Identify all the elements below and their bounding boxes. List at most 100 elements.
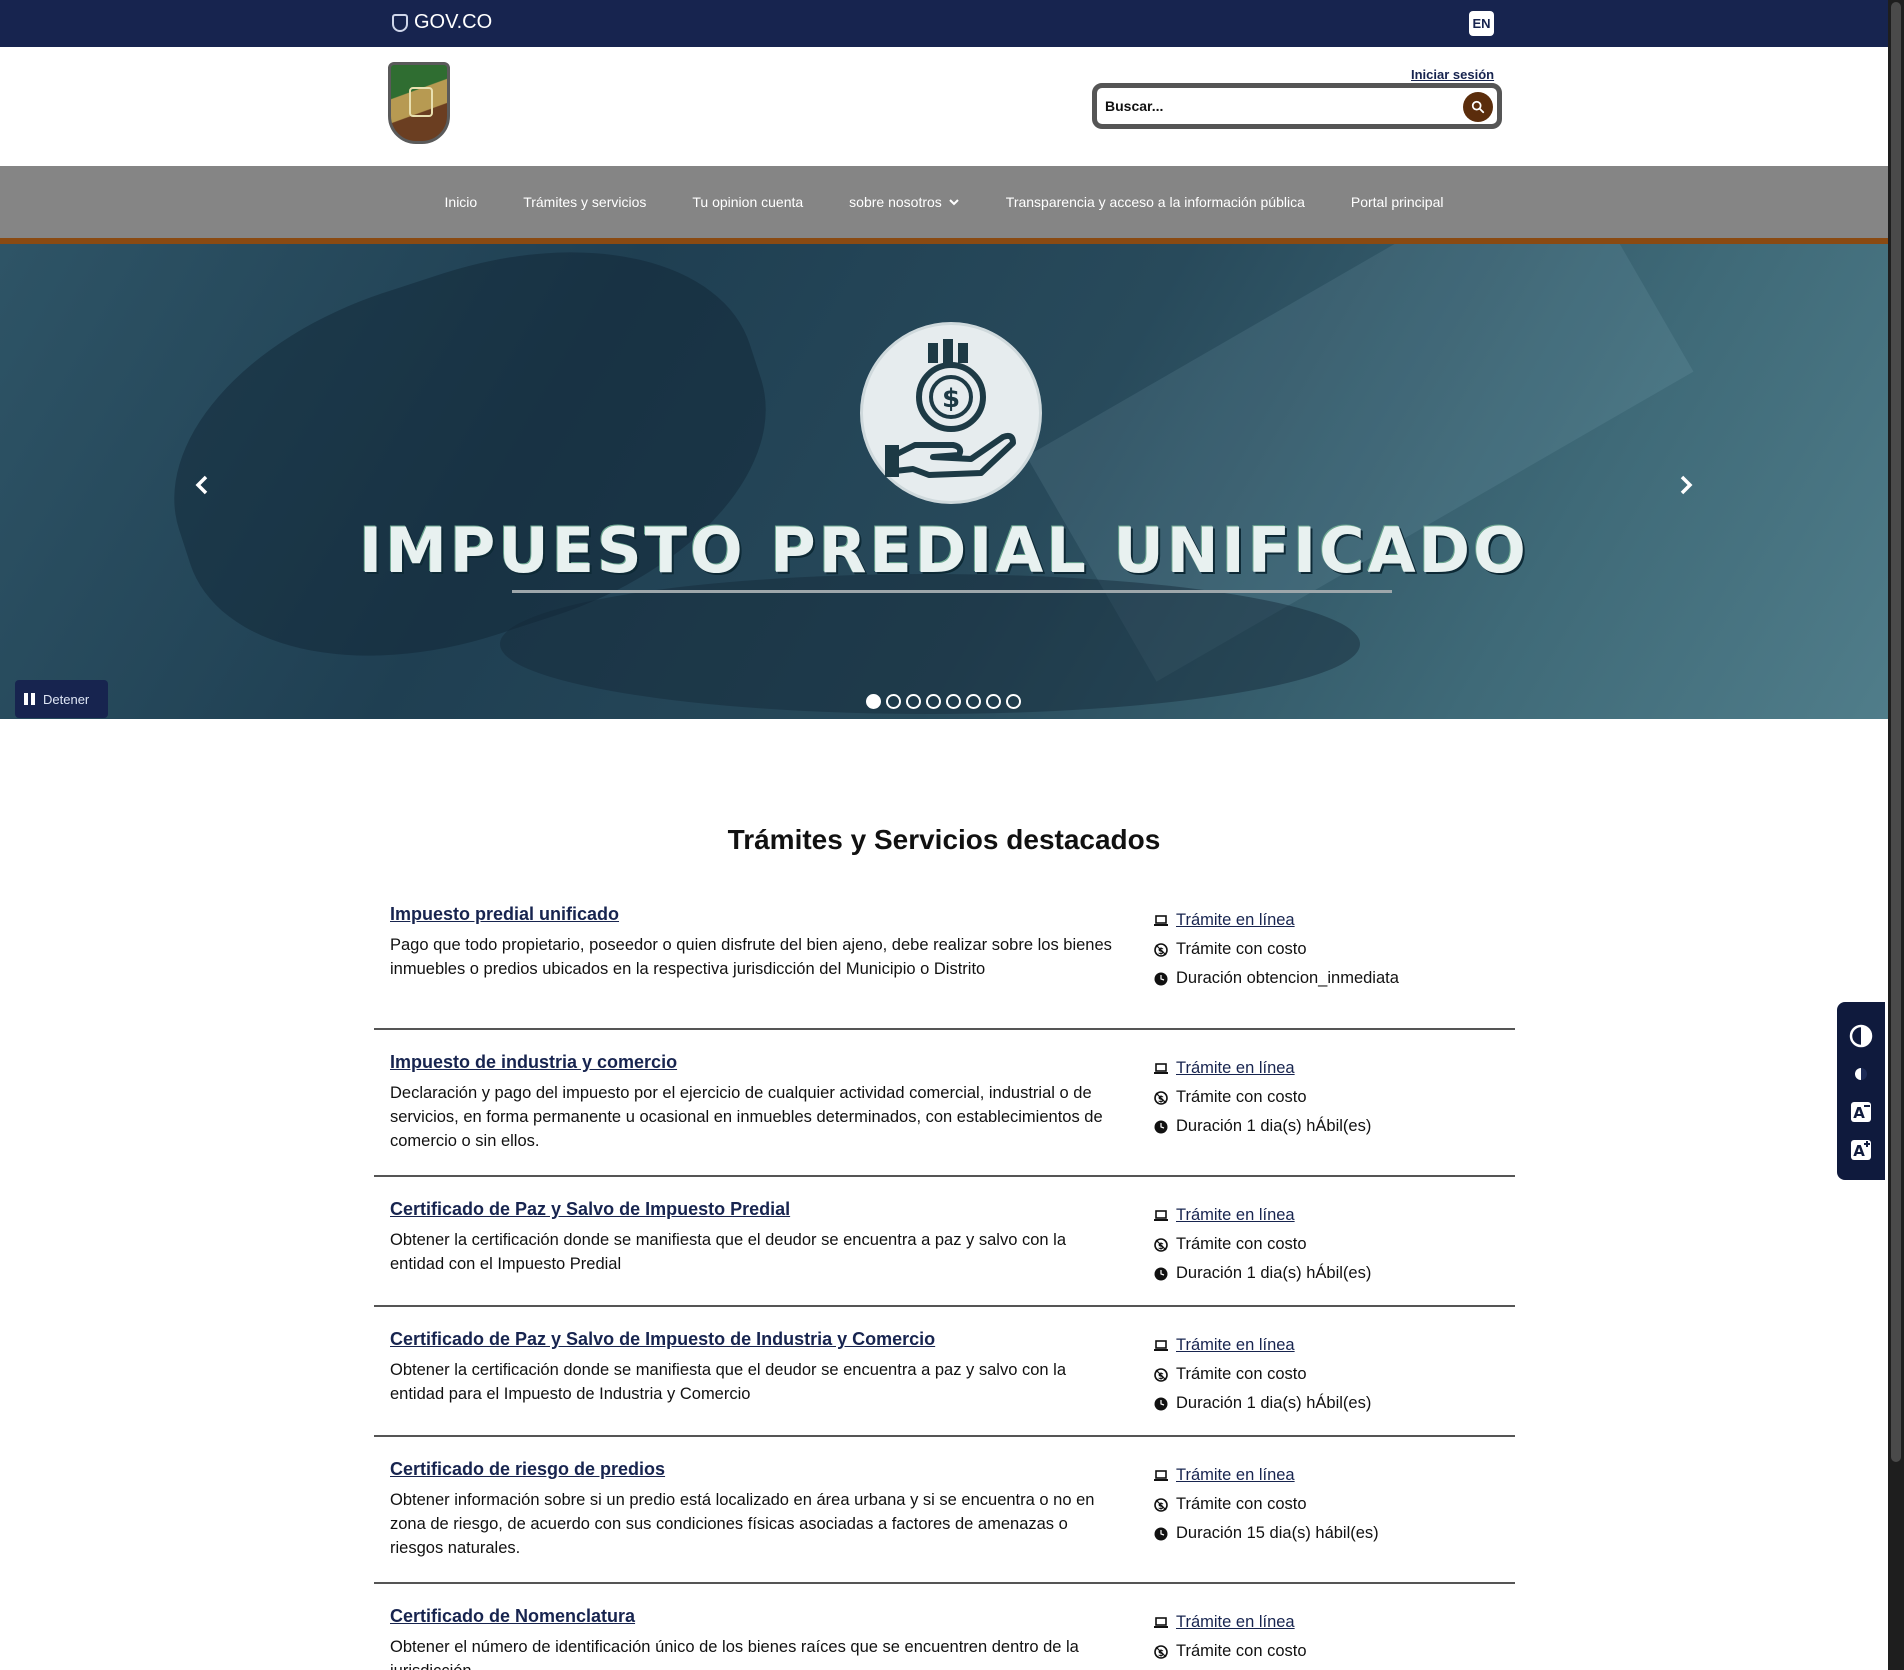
search-button[interactable] — [1463, 92, 1493, 122]
carousel-stop-button[interactable]: Detener — [15, 680, 108, 718]
carousel-dot[interactable] — [966, 694, 981, 709]
service-meta: Trámite en línea $ Trámite con costo Duraci… — [1154, 1331, 1371, 1418]
vertical-scrollbar[interactable] — [1888, 0, 1904, 1670]
municipality-crest-logo[interactable] — [388, 62, 450, 144]
nav-item-portal-principal[interactable]: Portal principal — [1351, 194, 1444, 210]
carousel-prev-button[interactable] — [188, 470, 218, 500]
service-title-link[interactable]: Certificado de riesgo de predios — [390, 1459, 665, 1480]
meta-label: Duración 1 dia(s) hÁbil(es) — [1176, 1117, 1372, 1135]
svg-text:A: A — [1853, 1142, 1865, 1160]
cost-info: $ Trámite con costo — [1154, 1230, 1371, 1259]
service-item: Certificado de Paz y Salvo de Impuesto d… — [374, 1307, 1515, 1437]
carousel-dot[interactable] — [886, 694, 901, 709]
service-meta: Trámite en línea $ Trámite con costo Duraci… — [1154, 1054, 1371, 1141]
contrast-button[interactable] — [1849, 1024, 1873, 1048]
gov-logo-link[interactable]: GOV.CO — [392, 11, 492, 34]
browser-viewport: GOV.CO EN Iniciar sesión Inicio Trámites… — [0, 0, 1888, 1670]
duration-info: Duración 10 dia(s) hÁbil(es) — [1154, 1666, 1381, 1670]
online-procedure-link[interactable]: Trámite en línea — [1154, 1054, 1371, 1083]
carousel-dot[interactable] — [866, 694, 881, 709]
service-info: Certificado de Paz y Salvo de Impuesto P… — [390, 1199, 1120, 1276]
nav-item-opinion[interactable]: Tu opinion cuenta — [692, 194, 803, 210]
site-header: Iniciar sesión — [0, 47, 1888, 166]
service-title-link[interactable]: Impuesto de industria y comercio — [390, 1052, 677, 1073]
carousel-dot[interactable] — [1006, 694, 1021, 709]
nav-item-sobre-nosotros[interactable]: sobre nosotros — [849, 194, 960, 210]
nav-item-tramites[interactable]: Trámites y servicios — [523, 194, 646, 210]
nav-label: Inicio — [444, 194, 478, 210]
online-procedure-link[interactable]: Trámite en línea — [1154, 1608, 1381, 1637]
laptop-icon — [1154, 1209, 1168, 1221]
chevron-right-icon — [1680, 475, 1693, 495]
meta-label: Trámite en línea — [1176, 1059, 1295, 1077]
service-title-link[interactable]: Impuesto predial unificado — [390, 904, 619, 925]
service-info: Certificado de riesgo de predios Obtener … — [390, 1459, 1120, 1560]
nav-label: sobre nosotros — [849, 194, 942, 210]
service-description: Obtener el número de identificación únic… — [390, 1638, 1079, 1670]
laptop-icon — [1154, 914, 1168, 926]
nav-item-inicio[interactable]: Inicio — [445, 194, 478, 210]
money-icon: $ — [1154, 1090, 1168, 1105]
login-link[interactable]: Iniciar sesión — [1411, 67, 1494, 82]
main-nav: Inicio Trámites y servicios Tu opinion c… — [0, 166, 1888, 238]
service-item: Certificado de riesgo de predios Obtener … — [374, 1437, 1515, 1584]
laptop-icon — [1154, 1062, 1168, 1074]
service-item: Impuesto de industria y comercio Declarac… — [374, 1030, 1515, 1177]
meta-label: Trámite con costo — [1176, 1365, 1307, 1383]
dark-mode-button[interactable] — [1849, 1062, 1873, 1086]
laptop-icon — [1154, 1469, 1168, 1481]
carousel-dot[interactable] — [926, 694, 941, 709]
money-icon: $ — [1154, 1367, 1168, 1382]
hero-underline — [512, 590, 1392, 593]
service-description: Pago que todo propietario, poseedor o qu… — [390, 936, 1112, 978]
meta-label: Trámite con costo — [1176, 1235, 1307, 1253]
half-moon-icon — [1855, 1068, 1867, 1080]
accessibility-toolbar: A A — [1837, 1002, 1885, 1180]
carousel-dot[interactable] — [906, 694, 921, 709]
service-item: Certificado de Paz y Salvo de Impuesto P… — [374, 1177, 1515, 1307]
services-list: Impuesto predial unificado Pago que todo … — [374, 900, 1515, 1670]
duration-info: Duración 1 dia(s) hÁbil(es) — [1154, 1389, 1371, 1418]
nav-item-transparencia[interactable]: Transparencia y acceso a la información … — [1006, 194, 1305, 210]
colombia-shield-icon — [392, 13, 408, 32]
meta-label: Trámite en línea — [1176, 1336, 1295, 1354]
language-toggle-button[interactable]: EN — [1469, 11, 1494, 36]
search-input[interactable] — [1105, 98, 1465, 114]
online-procedure-link[interactable]: Trámite en línea — [1154, 1201, 1371, 1230]
carousel-dot[interactable] — [986, 694, 1001, 709]
page: GOV.CO EN Iniciar sesión Inicio Trámites… — [0, 0, 1904, 1670]
money-icon: $ — [1154, 942, 1168, 957]
online-procedure-link[interactable]: Trámite en línea — [1154, 1461, 1379, 1490]
hero-title: IMPUESTO PREDIAL UNIFICADO — [359, 514, 1529, 587]
service-title-link[interactable]: Certificado de Paz y Salvo de Impuesto d… — [390, 1329, 935, 1350]
service-item: Certificado de Nomenclatura Obtener el nú… — [374, 1584, 1515, 1670]
search-icon — [1471, 100, 1485, 114]
clock-icon — [1154, 1267, 1168, 1280]
scrollbar-thumb[interactable] — [1891, 2, 1901, 1462]
carousel-dot[interactable] — [946, 694, 961, 709]
hero-bg-shape — [500, 574, 1360, 714]
service-info: Certificado de Paz y Salvo de Impuesto d… — [390, 1329, 1120, 1406]
decrease-text-button[interactable]: A — [1849, 1100, 1873, 1124]
nav-label: Transparencia y acceso a la información … — [1005, 194, 1305, 210]
clock-icon — [1154, 1527, 1168, 1540]
increase-text-button[interactable]: A — [1849, 1138, 1873, 1162]
duration-info: Duración 1 dia(s) hÁbil(es) — [1154, 1259, 1371, 1288]
clock-icon — [1154, 1397, 1168, 1410]
gov-topbar: GOV.CO EN — [0, 0, 1888, 47]
cost-info: $ Trámite con costo — [1154, 935, 1399, 964]
money-icon: $ — [1154, 1497, 1168, 1512]
carousel-next-button[interactable] — [1670, 470, 1700, 500]
service-title-link[interactable]: Certificado de Nomenclatura — [390, 1606, 635, 1627]
carousel-indicators — [866, 694, 1021, 709]
service-title-link[interactable]: Certificado de Paz y Salvo de Impuesto P… — [390, 1199, 790, 1220]
meta-label: Duración 1 dia(s) hÁbil(es) — [1176, 1394, 1372, 1412]
meta-label: Trámite en línea — [1176, 1466, 1295, 1484]
gov-brand-text: GOV.CO — [414, 11, 493, 33]
service-info: Impuesto de industria y comercio Declarac… — [390, 1052, 1120, 1153]
service-meta: Trámite en línea $ Trámite con costo Duraci… — [1154, 1608, 1381, 1670]
online-procedure-link[interactable]: Trámite en línea — [1154, 1331, 1371, 1360]
meta-label: Duración 1 dia(s) hÁbil(es) — [1176, 1264, 1372, 1282]
meta-label: Duración obtencion_inmediata — [1176, 969, 1399, 987]
online-procedure-link[interactable]: Trámite en línea — [1154, 906, 1399, 935]
